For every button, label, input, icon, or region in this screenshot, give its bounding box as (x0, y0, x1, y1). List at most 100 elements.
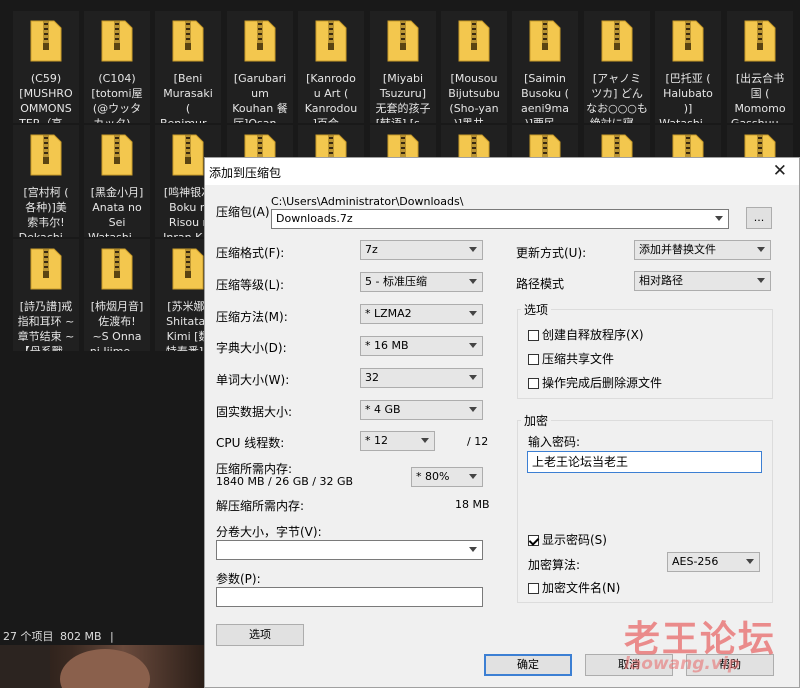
params-input[interactable] (216, 587, 483, 607)
file-name: [Miyabi Tsuzuru] 无套的孩子 [韩语] [s... (375, 72, 431, 123)
chevron-down-icon (469, 547, 477, 552)
password-input[interactable]: 上老王论坛当老王 (527, 451, 762, 473)
show-password-checkbox[interactable]: 显示密码(S) (528, 531, 607, 548)
dict-select[interactable]: * 16 MB (360, 336, 483, 356)
archive-name-combo[interactable]: Downloads.7z (271, 209, 729, 229)
update-select[interactable]: 添加并替换文件 (634, 240, 771, 260)
chevron-down-icon (469, 311, 477, 316)
show-password-label: 显示密码(S) (542, 533, 607, 547)
file-item[interactable]: [アャノミ ツカ] どん なお○○○も 絶対に寝... (584, 11, 650, 123)
level-select[interactable]: 5 - 标准压缩 (360, 272, 483, 292)
chevron-down-icon (469, 407, 477, 412)
options-group-title: 选项 (521, 301, 552, 318)
zip-folder-icon (387, 20, 419, 62)
browse-button[interactable]: ... (746, 207, 772, 229)
zip-folder-icon (672, 20, 704, 62)
file-item[interactable]: [Garubari um Kouhan 餐 厅]Osan... (227, 11, 293, 123)
format-value: 7z (365, 243, 378, 256)
mem-percent-select[interactable]: * 80% (411, 467, 483, 487)
checkbox-icon (528, 583, 539, 594)
split-label: 分卷大小，字节(V): (216, 525, 322, 539)
file-item[interactable]: [Miyabi Tsuzuru] 无套的孩子 [韩语] [s... (370, 11, 436, 123)
file-item[interactable]: [出云合书 国 ( Momomo Gasshuu... (727, 11, 793, 123)
zip-folder-icon (601, 20, 633, 62)
level-value: 5 - 标准压缩 (365, 275, 427, 288)
file-name: [Mousou Bijutsubu (Sho-yan )]黑井... (448, 72, 500, 123)
cpu-label: CPU 线程数: (216, 436, 285, 450)
options-button[interactable]: 选项 (216, 624, 304, 646)
archive-label: 压缩包(A) (216, 205, 270, 219)
delete-source-checkbox[interactable]: 操作完成后删除源文件 (528, 374, 662, 391)
file-item[interactable]: [Beni Murasaki ( Benimur... (155, 11, 221, 123)
path-mode-value: 相对路径 (639, 274, 683, 287)
file-item[interactable]: [Saimin Busoku ( aeni9ma )]要民... (512, 11, 578, 123)
zip-folder-icon (172, 248, 204, 290)
method-select[interactable]: * LZMA2 (360, 304, 483, 324)
file-item[interactable]: (C104) [totomi屋 (@ウッタ カッタ)... (84, 11, 150, 123)
mem-percent-value: * 80% (416, 470, 450, 483)
file-item[interactable]: [詩乃譜]戒 指和耳环 ~ 章节结束 ~ 【母系戰... (13, 239, 79, 351)
encrypt-names-label: 加密文件名(N) (542, 581, 621, 595)
zip-folder-icon (244, 20, 276, 62)
checkbox-icon (528, 378, 539, 389)
file-item[interactable]: [巴托亚 ( Halubato )] Watashi ... (655, 11, 721, 123)
chevron-down-icon (715, 216, 723, 221)
cpu-select[interactable]: * 12 (360, 431, 435, 451)
add-to-archive-dialog: 添加到压缩包 ✕ 压缩包(A) C:\Users\Administrator\D… (204, 157, 800, 688)
total-size: 802 MB (60, 630, 102, 643)
file-name: [Kanrodo u Art ( Kanrodou ]百合... (304, 72, 358, 123)
solid-select[interactable]: * 4 GB (360, 400, 483, 420)
file-name: [黑金小月] Anata no Sei Watashi ... (88, 186, 146, 237)
file-item[interactable]: (C59) [MUSHRO OMMONS TER（高... (13, 11, 79, 123)
enc-method-value: AES-256 (672, 555, 719, 568)
path-mode-select[interactable]: 相对路径 (634, 271, 771, 291)
item-count: 27 个项目 (3, 630, 54, 643)
close-icon[interactable]: ✕ (773, 161, 787, 181)
zip-folder-icon (101, 134, 133, 176)
ok-button[interactable]: 确定 (484, 654, 572, 676)
cpu-total: / 12 (467, 435, 489, 448)
archive-path: C:\Users\Administrator\Downloads\ (271, 195, 464, 208)
zip-folder-icon (30, 20, 62, 62)
shared-checkbox[interactable]: 压缩共享文件 (528, 350, 614, 367)
file-name: [宫村柯 ( 各种)]美 索韦尔! Dekachi... (19, 186, 74, 237)
shared-label: 压缩共享文件 (542, 352, 615, 366)
file-item[interactable]: [黑金小月] Anata no Sei Watashi ... (84, 125, 150, 237)
file-item[interactable]: [Kanrodo u Art ( Kanrodou ]百合... (298, 11, 364, 123)
password-label: 输入密码: (528, 435, 581, 449)
zip-folder-icon (315, 20, 347, 62)
solid-label: 固实数据大小: (216, 405, 293, 419)
file-item[interactable]: [柿烟月音] 佐渡布! ~S Onna ni Ijime ... (84, 239, 150, 351)
chevron-down-icon (469, 247, 477, 252)
file-item[interactable]: [宫村柯 ( 各种)]美 索韦尔! Dekachi... (13, 125, 79, 237)
file-name: [詩乃譜]戒 指和耳环 ~ 章节结束 ~ 【母系戰... (17, 300, 75, 351)
level-label: 压缩等级(L): (216, 278, 285, 292)
word-select[interactable]: 32 (360, 368, 483, 388)
format-select[interactable]: 7z (360, 240, 483, 260)
params-label: 参数(P): (216, 572, 261, 586)
sfx-checkbox[interactable]: 创建自释放程序(X) (528, 326, 644, 343)
zip-folder-icon (30, 248, 62, 290)
file-name: (C104) [totomi屋 (@ウッタ カッタ)... (91, 72, 143, 123)
zip-folder-icon (529, 20, 561, 62)
zip-folder-icon (30, 134, 62, 176)
file-name: [Saimin Busoku ( aeni9ma )]要民... (521, 72, 569, 123)
method-value: * LZMA2 (365, 307, 412, 320)
solid-value: * 4 GB (365, 403, 401, 416)
chevron-down-icon (757, 278, 765, 283)
file-name: [Garubari um Kouhan 餐 厅]Osan... (232, 72, 288, 123)
chevron-down-icon (469, 375, 477, 380)
chevron-down-icon (469, 343, 477, 348)
file-name: (C59) [MUSHRO OMMONS TER（高... (19, 72, 73, 123)
file-name: [出云合书 国 ( Momomo Gasshuu... (731, 72, 789, 123)
chevron-down-icon (746, 559, 754, 564)
encrypt-names-checkbox[interactable]: 加密文件名(N) (528, 579, 620, 596)
file-item[interactable]: [Mousou Bijutsubu (Sho-yan )]黑井... (441, 11, 507, 123)
decomp-label: 解压缩所需内存: (216, 499, 305, 513)
enc-method-select[interactable]: AES-256 (667, 552, 760, 572)
background-photo (0, 645, 205, 688)
checkbox-icon (528, 330, 539, 341)
update-value: 添加并替换文件 (639, 243, 716, 256)
chevron-down-icon (757, 247, 765, 252)
split-size-combo[interactable] (216, 540, 483, 560)
